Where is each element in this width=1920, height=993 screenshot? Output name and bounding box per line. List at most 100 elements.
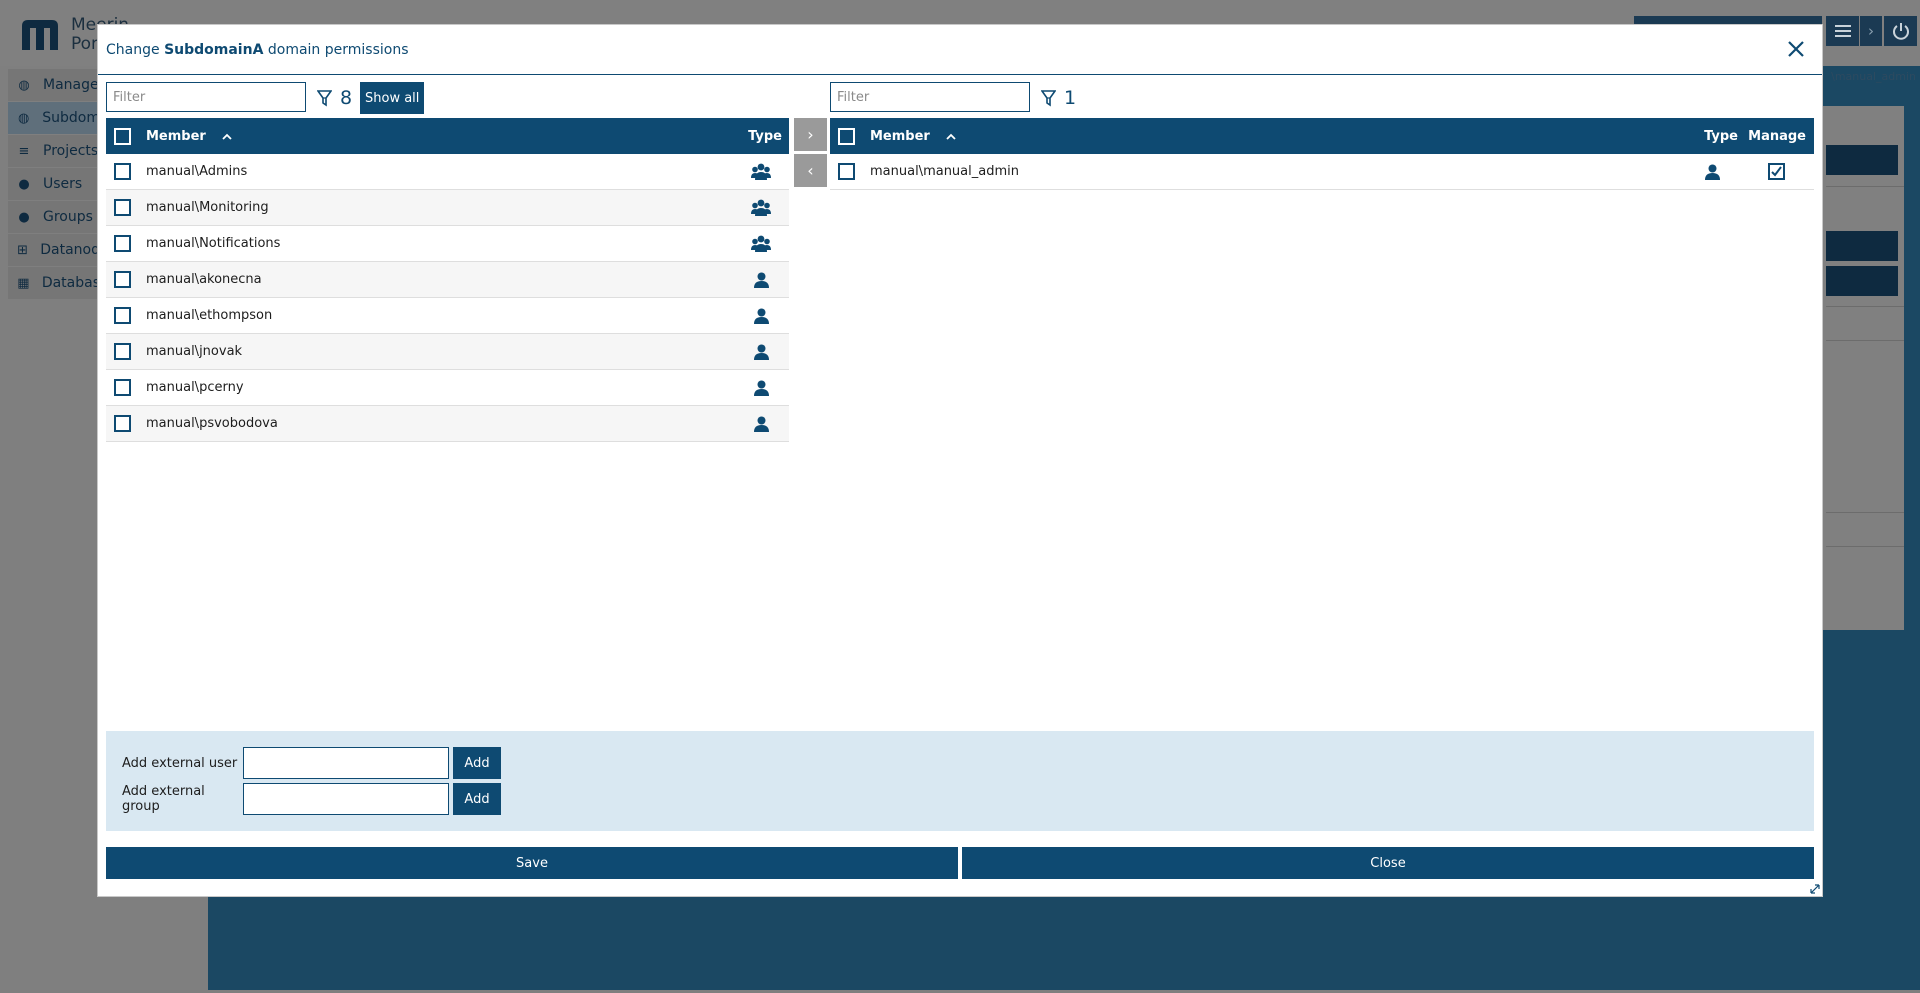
user-icon [741, 416, 781, 432]
current-user-label: \manual_admin [1831, 70, 1916, 83]
background-button [1826, 231, 1898, 261]
users-icon: ● [18, 209, 30, 225]
external-group-input[interactable] [243, 783, 449, 815]
database-icon: ▦ [17, 275, 30, 291]
external-user-row: Add external user Add [122, 747, 501, 779]
table-row[interactable]: manual\akonecna [106, 262, 789, 298]
assigned-members-table: Member Type Manage manual\manual_admin [830, 118, 1814, 190]
table-header: Member Type Manage [830, 118, 1814, 154]
datanode-icon: ⊞ [17, 242, 29, 258]
sidebar-nav: ◍ Manage ◍ Subdom ≡ Projects ● Users ● Groups… [8, 69, 100, 300]
save-button[interactable]: Save [106, 847, 958, 879]
add-external-user-button[interactable]: Add [453, 747, 501, 779]
row-checkbox[interactable] [838, 163, 855, 180]
divider [1826, 512, 1904, 513]
row-checkbox[interactable] [114, 163, 131, 180]
sidebar-item-groups[interactable]: ● Groups [8, 201, 100, 233]
sidebar-item-manage[interactable]: ◍ Manage [8, 69, 100, 101]
member-name: manual\manual_admin [870, 164, 1019, 179]
user-icon [741, 344, 781, 360]
row-checkbox[interactable] [114, 307, 131, 324]
move-right-button[interactable]: › [794, 118, 827, 151]
sort-ascending-icon[interactable] [218, 129, 232, 143]
table-row[interactable]: manual\psvobodova [106, 406, 789, 442]
external-members-panel: Add external user Add Add external group… [106, 731, 1814, 831]
sidebar-item-databases[interactable]: ▦ Databas [8, 267, 100, 299]
assigned-members-list: manual\manual_admin [830, 154, 1814, 190]
table-row[interactable]: manual\jnovak [106, 334, 789, 370]
assigned-filter-input[interactable] [830, 82, 1030, 112]
user-icon [1692, 164, 1732, 180]
member-name: manual\Notifications [146, 236, 281, 251]
globe-icon: ◍ [17, 110, 30, 126]
member-name: manual\akonecna [146, 272, 262, 287]
show-all-button[interactable]: Show all [360, 82, 425, 114]
row-checkbox[interactable] [114, 379, 131, 396]
manage-checkbox[interactable] [1767, 163, 1785, 180]
close-icon[interactable] [1784, 37, 1808, 61]
table-row[interactable]: manual\ethompson [106, 298, 789, 334]
row-checkbox[interactable] [114, 199, 131, 216]
menu-icon[interactable] [1826, 16, 1859, 46]
row-checkbox[interactable] [114, 235, 131, 252]
row-checkbox[interactable] [114, 415, 131, 432]
sidebar-item-subdomains[interactable]: ◍ Subdom [8, 102, 100, 134]
table-row[interactable]: manual\Admins [106, 154, 789, 190]
sort-ascending-icon[interactable] [942, 129, 956, 143]
member-column-header[interactable]: Member [146, 129, 232, 144]
select-all-checkbox[interactable] [114, 127, 131, 145]
available-filter-input[interactable] [106, 82, 306, 112]
table-row[interactable]: manual\pcerny [106, 370, 789, 406]
member-name: manual\jnovak [146, 344, 243, 359]
list-icon: ≡ [18, 143, 30, 159]
domain-name: SubdomainA [164, 41, 264, 58]
row-checkbox[interactable] [114, 343, 131, 360]
member-column-header[interactable]: Member [870, 129, 956, 144]
type-column-header: Type [1704, 128, 1738, 144]
sidebar-item-datanodes[interactable]: ⊞ Datanod [8, 234, 100, 266]
type-column-header: Type [748, 128, 782, 144]
sidebar-item-projects[interactable]: ≡ Projects [8, 135, 100, 167]
move-left-button[interactable]: ‹ [794, 154, 827, 187]
group-icon [741, 235, 781, 252]
close-button[interactable]: Close [962, 847, 1814, 879]
user-icon [741, 380, 781, 396]
sidebar-item-users[interactable]: ● Users [8, 168, 100, 200]
background-content-panel [1822, 106, 1904, 630]
select-all-checkbox[interactable] [838, 127, 855, 145]
member-name: manual\Monitoring [146, 200, 269, 215]
divider [1826, 306, 1904, 307]
table-row[interactable]: manual\Notifications [106, 226, 789, 262]
available-members-table: Member Type manual\Admins manual\Monitori… [106, 118, 789, 442]
group-icon [741, 163, 781, 180]
dialog-title: Change SubdomainA domain permissions [98, 25, 1822, 75]
globe-icon: ◍ [18, 77, 30, 93]
chevron-right-icon[interactable]: › [1860, 16, 1882, 46]
available-members-list: manual\Admins manual\Monitoring manual\Not… [106, 154, 789, 442]
filter-icon [317, 90, 332, 107]
resize-grip-icon[interactable] [1810, 884, 1820, 894]
member-name: manual\Admins [146, 164, 248, 179]
group-icon [741, 199, 781, 216]
chevron-left-icon: ‹ [807, 161, 814, 180]
divider [1826, 340, 1904, 341]
row-checkbox[interactable] [114, 271, 131, 288]
manage-column-header: Manage [1748, 128, 1806, 144]
app-logo [22, 20, 58, 50]
divider [1826, 186, 1904, 187]
user-icon [741, 272, 781, 288]
user-icon: ● [18, 176, 30, 192]
member-name: manual\pcerny [146, 380, 244, 395]
power-icon[interactable] [1884, 16, 1917, 46]
available-count: 8 [317, 86, 352, 110]
user-icon [741, 308, 781, 324]
manage-cell [1746, 163, 1806, 180]
external-user-label: Add external user [122, 755, 238, 771]
external-user-input[interactable] [243, 747, 449, 779]
assigned-count: 1 [1041, 86, 1076, 110]
add-external-group-button[interactable]: Add [453, 783, 501, 815]
divider [1826, 546, 1904, 547]
table-row[interactable]: manual\manual_admin [830, 154, 1814, 190]
filter-icon [1041, 90, 1056, 107]
table-row[interactable]: manual\Monitoring [106, 190, 789, 226]
